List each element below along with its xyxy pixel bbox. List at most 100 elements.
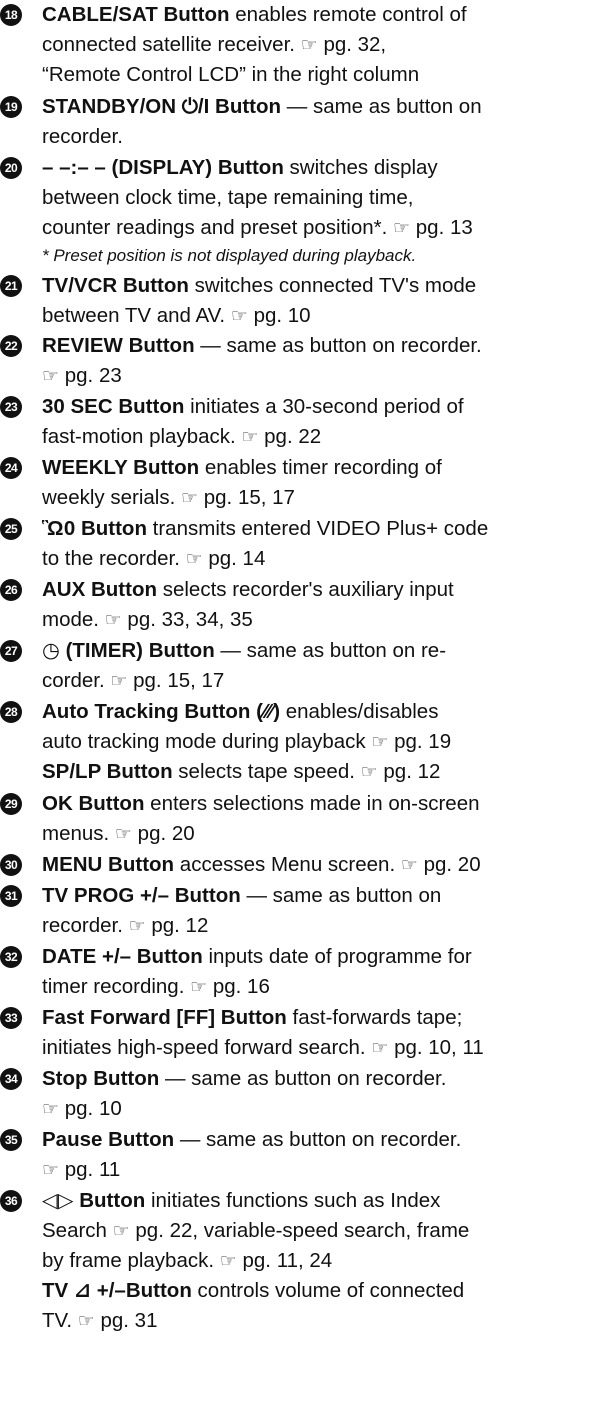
- item-text: — same as button on recorder.: [159, 1067, 447, 1090]
- item-text: controls volume of connected: [191, 1279, 465, 1302]
- page-reference: pg. 22: [264, 425, 322, 448]
- item-text: initiates a 30-second period of: [184, 395, 464, 418]
- item-text: recorder.: [42, 914, 129, 937]
- item-29: 29 OK Button enters selections made in on…: [0, 789, 594, 849]
- item-21: 21 TV/VCR Button switches connected TV's …: [0, 271, 594, 331]
- pointing-hand-icon: ☞: [42, 1099, 60, 1120]
- item-number-badge: 27: [0, 640, 22, 662]
- item-32: 32 DATE +/– Button inputs date of program…: [0, 942, 594, 1002]
- item-text: between TV and AV.: [42, 304, 231, 327]
- item-number-badge: 23: [0, 396, 22, 418]
- item-title: ◷ (TIMER) Button: [42, 639, 215, 662]
- pointing-hand-icon: ☞: [400, 855, 418, 876]
- item-23: 23 30 SEC Button initiates a 30-second pe…: [0, 392, 594, 452]
- pointing-hand-icon: ☞: [104, 610, 122, 631]
- item-text: — same as button on re-: [214, 639, 447, 662]
- item-title: Auto Tracking Button (∕∕∕): [42, 700, 281, 723]
- item-text: timer recording.: [42, 975, 191, 998]
- item-title: MENU Button: [42, 853, 175, 876]
- item-number-badge: 33: [0, 1007, 22, 1029]
- item-19: 19 STANDBY/ON ⏻/I Button — same as button…: [0, 92, 594, 152]
- pointing-hand-icon: ☞: [393, 218, 411, 239]
- item-18: 18 CABLE/SAT Button enables remote contro…: [0, 0, 594, 90]
- item-text: initiates high-speed forward search.: [42, 1036, 372, 1059]
- document-page: 18 CABLE/SAT Button enables remote contro…: [0, 0, 598, 1420]
- page-reference: pg. 20: [137, 822, 195, 845]
- item-number-badge: 18: [0, 4, 22, 26]
- pointing-hand-icon: ☞: [230, 306, 248, 327]
- pointing-hand-icon: ☞: [185, 549, 203, 570]
- item-text: enters selections made in on-screen: [144, 792, 480, 815]
- item-title: DATE +/– Button: [42, 945, 203, 968]
- page-reference: pg. 15, 17: [203, 486, 295, 509]
- item-text: — same as button on recorder.: [194, 334, 482, 357]
- item-text: to the recorder.: [42, 547, 186, 570]
- pointing-hand-icon: ☞: [181, 488, 199, 509]
- item-33: 33 Fast Forward [FF] Button fast-forwards…: [0, 1003, 594, 1063]
- item-number-badge: 34: [0, 1068, 22, 1090]
- item-text: fast-forwards tape;: [286, 1006, 463, 1029]
- item-27: 27 ◷ (TIMER) Button — same as button on r…: [0, 636, 594, 696]
- item-title: AUX Button: [42, 578, 158, 601]
- item-number-badge: 25: [0, 518, 22, 540]
- item-text: counter readings and preset position*.: [42, 216, 388, 239]
- page-reference: pg. 10, 11: [394, 1036, 484, 1059]
- item-text: switches display: [283, 156, 438, 179]
- page-reference: pg. 16: [212, 975, 270, 998]
- page-reference: pg. 10: [253, 304, 311, 327]
- page-reference: pg. 11: [64, 1158, 121, 1181]
- pointing-hand-icon: ☞: [371, 732, 389, 753]
- item-number-badge: 36: [0, 1190, 22, 1212]
- item-text: recorder.: [42, 125, 123, 148]
- item-text: weekly serials.: [42, 486, 181, 509]
- page-reference: pg. 22,: [135, 1219, 199, 1242]
- item-subtitle: TV ⊿ +/–Button: [42, 1279, 192, 1302]
- item-text: — same as button on: [240, 884, 442, 907]
- pointing-hand-icon: ☞: [360, 762, 378, 783]
- page-reference: pg. 23: [64, 364, 122, 387]
- item-number-badge: 30: [0, 854, 22, 876]
- item-text: “Remote Control LCD” in the right column: [42, 63, 420, 86]
- item-text: auto tracking mode during playback: [42, 730, 372, 753]
- item-title: TV PROG +/– Button: [42, 884, 241, 907]
- item-text: enables timer recording of: [199, 456, 442, 479]
- item-text: — same as button on recorder.: [174, 1128, 462, 1151]
- page-reference: pg. 12: [383, 760, 441, 783]
- item-text: TV.: [42, 1309, 78, 1332]
- pointing-hand-icon: ☞: [42, 366, 60, 387]
- pointing-hand-icon: ☞: [371, 1038, 389, 1059]
- item-title: OK Button: [42, 792, 145, 815]
- item-title: Ὣ0 Button: [42, 517, 147, 540]
- item-text: enables/disables: [280, 700, 439, 723]
- pointing-hand-icon: ☞: [112, 1221, 130, 1242]
- page-reference: pg. 11, 24: [242, 1249, 333, 1272]
- page-reference: pg. 19: [394, 730, 452, 753]
- item-title: STANDBY/ON ⏻/I Button: [42, 95, 282, 118]
- pointing-hand-icon: ☞: [110, 671, 128, 692]
- page-reference: pg. 31: [100, 1309, 158, 1332]
- pointing-hand-icon: ☞: [114, 824, 132, 845]
- item-text: switches connected TV's mode: [188, 274, 477, 297]
- pointing-hand-icon: ☞: [42, 1160, 60, 1181]
- item-text: inputs date of programme for: [202, 945, 472, 968]
- item-28: 28 Auto Tracking Button (∕∕∕) enables/dis…: [0, 697, 594, 787]
- item-text: Search: [42, 1219, 113, 1242]
- item-25: 25 Ὣ0 Button transmits entered VIDEO Plus…: [0, 514, 594, 574]
- page-reference: pg. 10: [64, 1097, 122, 1120]
- page-reference: pg. 33, 34, 35: [127, 608, 253, 631]
- page-reference: pg. 12: [151, 914, 209, 937]
- item-31: 31 TV PROG +/– Button — same as button on…: [0, 881, 594, 941]
- page-reference: pg. 32,: [323, 33, 387, 56]
- item-title: REVIEW Button: [42, 334, 195, 357]
- pointing-hand-icon: ☞: [128, 916, 146, 937]
- item-number-badge: 24: [0, 457, 22, 479]
- item-text: fast-motion playback.: [42, 425, 242, 448]
- item-subtitle: SP/LP Button: [42, 760, 173, 783]
- item-text: selects recorder's auxiliary input: [157, 578, 454, 601]
- item-number-badge: 21: [0, 275, 22, 297]
- item-text: connected satellite receiver.: [42, 33, 301, 56]
- item-35: 35 Pause Button — same as button on recor…: [0, 1125, 594, 1185]
- item-text: transmits entered VIDEO Plus+ code: [146, 517, 489, 540]
- pointing-hand-icon: ☞: [77, 1311, 95, 1332]
- item-30: 30 MENU Button accesses Menu screen. ☞ pg…: [0, 850, 594, 880]
